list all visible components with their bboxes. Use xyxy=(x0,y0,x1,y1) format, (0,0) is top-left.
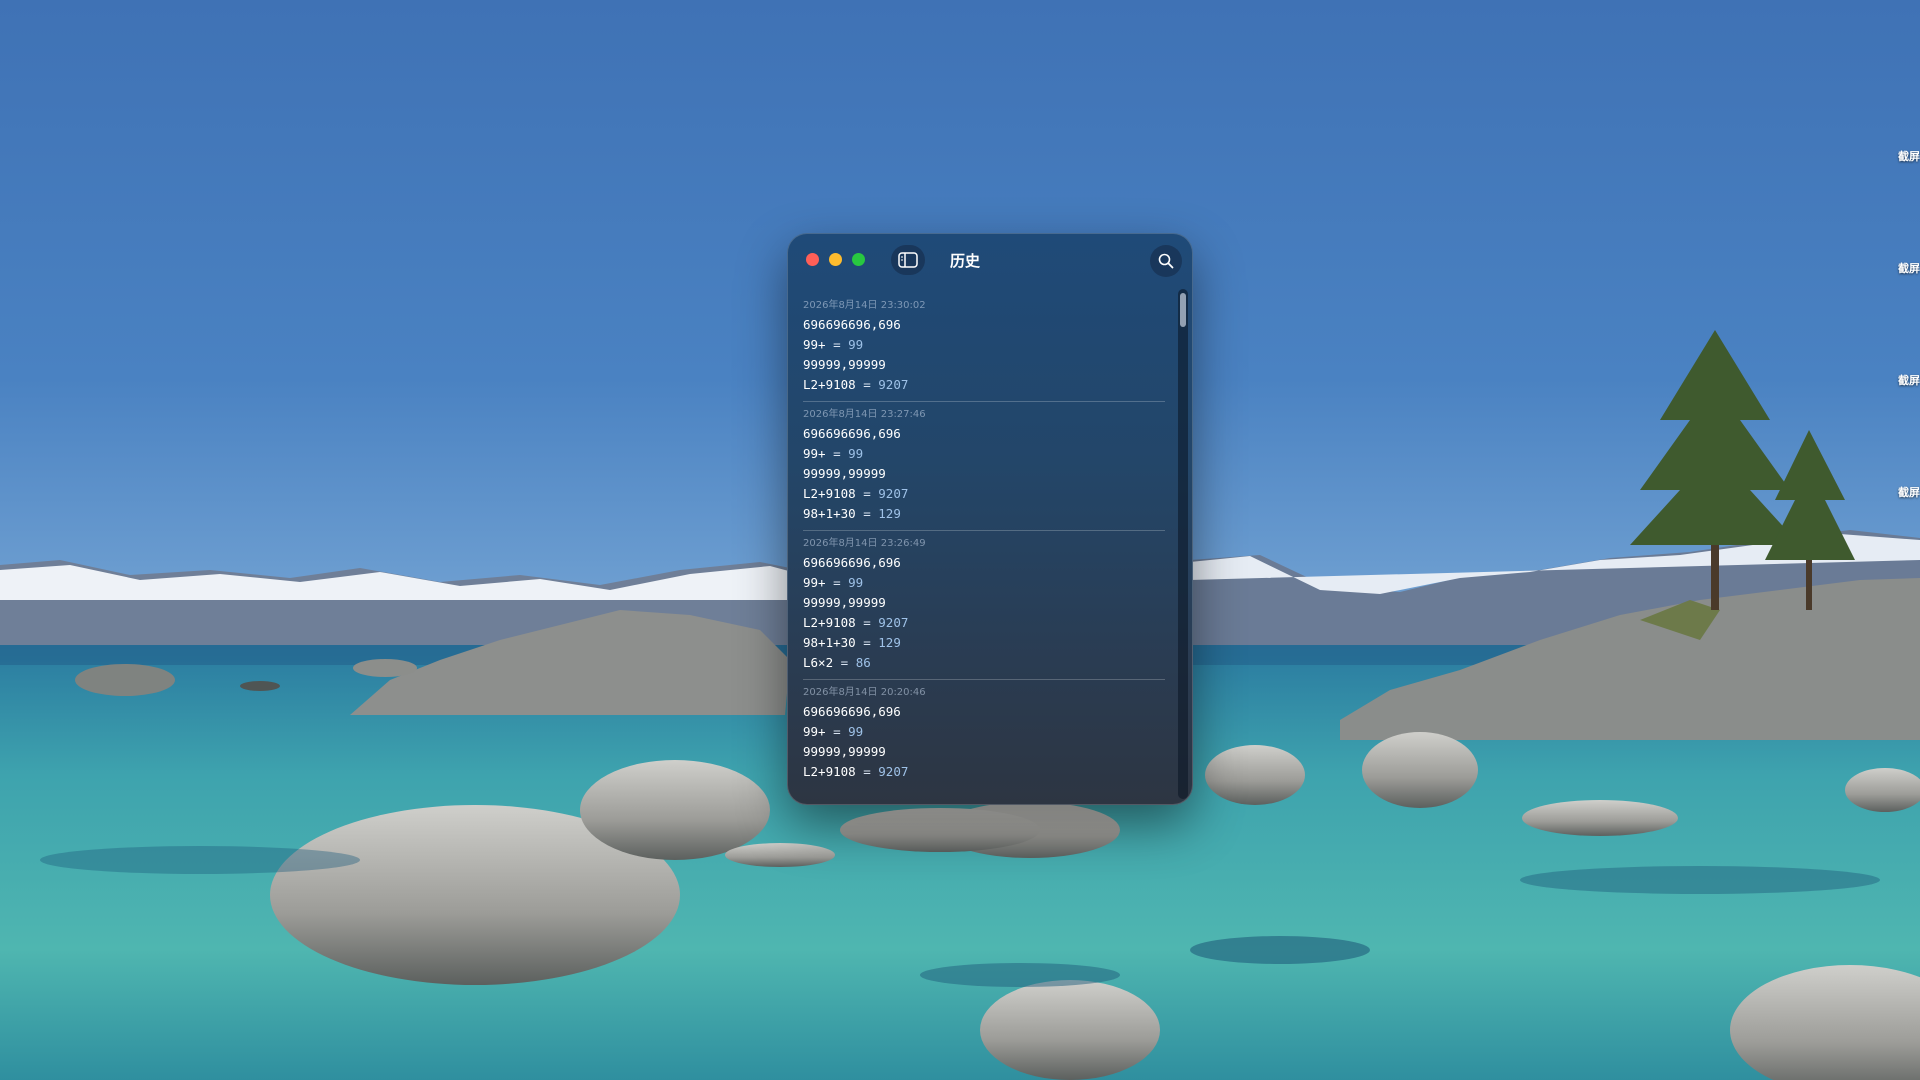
equals-sign: = xyxy=(855,506,879,521)
history-line[interactable]: 696696696,696 xyxy=(803,315,1165,335)
equals-sign: = xyxy=(855,486,879,501)
history-line[interactable]: 99999,99999 xyxy=(803,464,1165,484)
history-expression: 99+ xyxy=(803,446,826,461)
history-line[interactable]: 99+ = 99 xyxy=(803,335,1165,355)
equals-sign: = xyxy=(825,724,849,739)
equals-sign: = xyxy=(855,615,879,630)
minimize-button[interactable] xyxy=(829,253,842,266)
history-line[interactable]: L2+9108 = 9207 xyxy=(803,762,1165,782)
equals-sign: = xyxy=(833,655,856,670)
sidebar-toggle-icon xyxy=(898,252,918,268)
search-button[interactable] xyxy=(1150,245,1182,277)
desktop-file-labels: 截屏 截屏 截屏 截屏 xyxy=(1898,0,1920,1080)
sidebar-toggle-button[interactable] xyxy=(891,245,925,275)
history-expression: 99+ xyxy=(803,337,826,352)
equals-sign: = xyxy=(855,377,879,392)
history-line[interactable]: 99+ = 99 xyxy=(803,722,1165,742)
history-expression: 99999,99999 xyxy=(803,595,886,610)
history-entry[interactable]: 2026年8月14日 23:27:46 696696696,696 99+ = 99… xyxy=(803,402,1165,531)
history-expression: L2+9108 xyxy=(803,486,856,501)
history-result: 9207 xyxy=(878,377,909,392)
history-line[interactable]: 98+1+30 = 129 xyxy=(803,633,1165,653)
history-line[interactable]: 696696696,696 xyxy=(803,702,1165,722)
history-line[interactable]: 99+ = 99 xyxy=(803,573,1165,593)
history-entry-date: 2026年8月14日 23:27:46 xyxy=(803,409,926,420)
zoom-button[interactable] xyxy=(852,253,865,266)
equals-sign: = xyxy=(855,635,879,650)
history-expression: 99999,99999 xyxy=(803,744,886,759)
history-result: 129 xyxy=(878,506,901,521)
history-entry[interactable]: 2026年8月14日 23:26:49 696696696,696 99+ = 99… xyxy=(803,531,1165,680)
history-line[interactable]: 99999,99999 xyxy=(803,355,1165,375)
history-expression: L2+9108 xyxy=(803,615,856,630)
close-button[interactable] xyxy=(806,253,819,266)
history-line[interactable]: 99999,99999 xyxy=(803,742,1165,762)
search-icon xyxy=(1158,253,1174,269)
scrollbar[interactable] xyxy=(1178,289,1188,799)
history-line[interactable]: 696696696,696 xyxy=(803,424,1165,444)
history-expression: L2+9108 xyxy=(803,377,856,392)
history-expression: 696696696,696 xyxy=(803,704,901,719)
history-line[interactable]: L2+9108 = 9207 xyxy=(803,484,1165,504)
history-entry-date: 2026年8月14日 23:26:49 xyxy=(803,538,926,549)
history-result: 9207 xyxy=(878,764,909,779)
window-title: 历史 xyxy=(950,252,981,270)
history-line[interactable]: 99999,99999 xyxy=(803,593,1165,613)
history-expression: L2+9108 xyxy=(803,764,856,779)
history-entry-date: 2026年8月14日 20:20:46 xyxy=(803,687,926,698)
history-result: 86 xyxy=(855,655,871,670)
equals-sign: = xyxy=(855,764,879,779)
history-entry-date: 2026年8月14日 23:30:02 xyxy=(803,300,926,311)
history-expression: 98+1+30 xyxy=(803,635,856,650)
history-expression: 696696696,696 xyxy=(803,426,901,441)
history-line[interactable]: L2+9108 = 9207 xyxy=(803,613,1165,633)
history-result: 99 xyxy=(848,337,864,352)
history-expression: 99+ xyxy=(803,575,826,590)
history-expression: 99999,99999 xyxy=(803,357,886,372)
equals-sign: = xyxy=(825,337,849,352)
history-line[interactable]: 99+ = 99 xyxy=(803,444,1165,464)
history-result: 99 xyxy=(848,446,864,461)
history-result: 129 xyxy=(878,635,901,650)
history-entry[interactable]: 2026年8月14日 20:20:46 696696696,696 99+ = 99… xyxy=(803,680,1165,788)
history-expression: L6×2 xyxy=(803,655,834,670)
desktop-file-label[interactable]: 截屏 xyxy=(1898,372,1920,388)
equals-sign: = xyxy=(825,575,849,590)
history-expression: 99999,99999 xyxy=(803,466,886,481)
history-entry[interactable]: 2026年8月14日 23:30:02 696696696,696 99+ = 99… xyxy=(803,293,1165,402)
scrollbar-thumb[interactable] xyxy=(1180,293,1186,327)
history-list[interactable]: 2026年8月14日 23:30:02 696696696,696 99+ = 99… xyxy=(803,293,1165,801)
history-line[interactable]: 696696696,696 xyxy=(803,553,1165,573)
desktop-file-label[interactable]: 截屏 xyxy=(1898,260,1920,276)
history-result: 99 xyxy=(848,724,864,739)
equals-sign: = xyxy=(825,446,849,461)
history-result: 9207 xyxy=(878,615,909,630)
desktop-file-label[interactable]: 截屏 xyxy=(1898,148,1920,164)
window-titlebar[interactable]: 历史 xyxy=(787,233,1193,289)
history-expression: 99+ xyxy=(803,724,826,739)
history-line[interactable]: 98+1+30 = 129 xyxy=(803,504,1165,524)
history-line[interactable]: L2+9108 = 9207 xyxy=(803,375,1165,395)
history-window: 历史 2026年8月14日 23:30:02 696696696,696 99+ =… xyxy=(787,233,1193,805)
history-result: 99 xyxy=(848,575,864,590)
history-result: 9207 xyxy=(878,486,909,501)
history-expression: 98+1+30 xyxy=(803,506,856,521)
history-expression: 696696696,696 xyxy=(803,317,901,332)
history-line[interactable]: L6×2 = 86 xyxy=(803,653,1165,673)
history-expression: 696696696,696 xyxy=(803,555,901,570)
desktop-file-label[interactable]: 截屏 xyxy=(1898,484,1920,500)
